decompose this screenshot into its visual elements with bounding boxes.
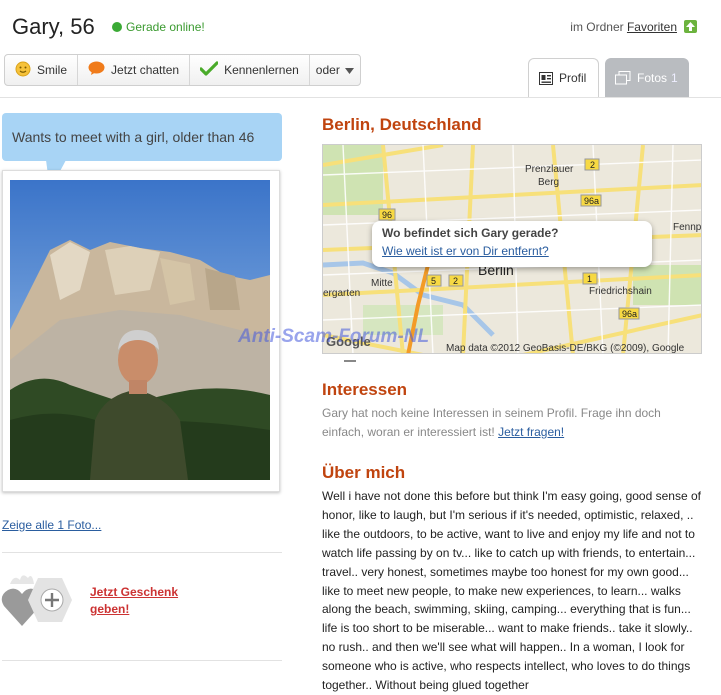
map-copyright: Map data ©2012 GeoBasis-DE/BKG (©2009), … — [446, 343, 685, 354]
show-all-photos-link[interactable]: Zeige alle 1 Foto... — [2, 518, 101, 532]
map-zoom-control[interactable] — [344, 360, 356, 362]
online-status-icon — [112, 22, 122, 32]
action-bar: Smile Jetzt chatten Kennenlernen oder — [4, 54, 361, 86]
divider — [2, 660, 282, 661]
tab-profile[interactable]: Profil — [528, 58, 599, 97]
map-label: Friedrichshain — [589, 286, 652, 297]
divider — [2, 552, 282, 553]
folder-info: im Ordner Favoriten — [570, 20, 677, 34]
smile-button[interactable]: Smile — [5, 55, 79, 85]
tab-photos[interactable]: Fotos 1 — [605, 58, 689, 97]
map-label: Prenzlauer — [525, 164, 574, 175]
interests-title: Interessen — [322, 380, 408, 399]
road-badge: 96 — [382, 210, 392, 220]
road-badge: 96a — [584, 196, 599, 206]
map-label: ergarten — [323, 288, 360, 299]
road-badge: 5 — [431, 276, 436, 286]
road-badge: 2 — [453, 276, 458, 286]
meet-button[interactable]: Kennenlernen — [190, 55, 310, 85]
tab-divider — [0, 97, 721, 98]
dropdown-arrow-icon — [344, 63, 354, 77]
check-icon — [199, 61, 219, 79]
map-label: Berg — [538, 177, 559, 188]
give-gift-link[interactable]: Jetzt Geschenk geben! — [90, 584, 200, 618]
folder-prefix: im Ordner — [570, 20, 624, 34]
looking-for-text: Wants to meet with a girl, older than 46 — [12, 129, 255, 145]
about-text: Well i have not done this before but thi… — [322, 489, 701, 693]
heart-plus-icon[interactable] — [0, 570, 76, 630]
map-label: Fennp — [673, 222, 702, 233]
chat-label: Jetzt chatten — [111, 63, 180, 77]
meet-label: Kennenlernen — [224, 63, 299, 77]
interests-body: Gary hat noch keine Interessen in seinem… — [322, 406, 661, 439]
tab-photos-count: 1 — [671, 70, 678, 85]
road-badge: 96a — [622, 309, 637, 319]
tab-photos-label: Fotos — [637, 70, 668, 85]
more-label: oder — [315, 63, 340, 77]
map-question: Wo befindet sich Gary gerade? — [382, 226, 559, 240]
ask-now-link[interactable]: Jetzt fragen! — [498, 425, 564, 439]
profile-icon — [539, 71, 553, 85]
folder-link[interactable]: Favoriten — [627, 20, 677, 34]
upload-arrow-icon[interactable] — [684, 20, 697, 33]
photos-icon — [615, 70, 631, 84]
profile-name-age: Gary, 56 — [12, 14, 95, 39]
smile-icon — [15, 61, 31, 80]
road-badge: 2 — [590, 160, 595, 170]
distance-link[interactable]: Wie weit ist er von Dir entfernt? — [382, 244, 549, 258]
online-status: Gerade online! — [126, 20, 205, 34]
about-title: Über mich — [322, 463, 406, 482]
profile-photo[interactable] — [10, 180, 270, 480]
chat-icon — [88, 61, 105, 79]
chat-button[interactable]: Jetzt chatten — [78, 55, 191, 85]
more-dropdown[interactable]: oder — [310, 55, 360, 85]
interests-text: Gary hat noch keine Interessen in seinem… — [322, 404, 694, 442]
smile-label: Smile — [37, 63, 68, 77]
location-title: Berlin, Deutschland — [322, 115, 482, 134]
map-label: Mitte — [371, 278, 393, 289]
road-badge: 1 — [587, 274, 592, 284]
watermark: Anti-Scam-Forum-NL — [238, 326, 430, 347]
tab-profile-label: Profil — [559, 71, 587, 85]
